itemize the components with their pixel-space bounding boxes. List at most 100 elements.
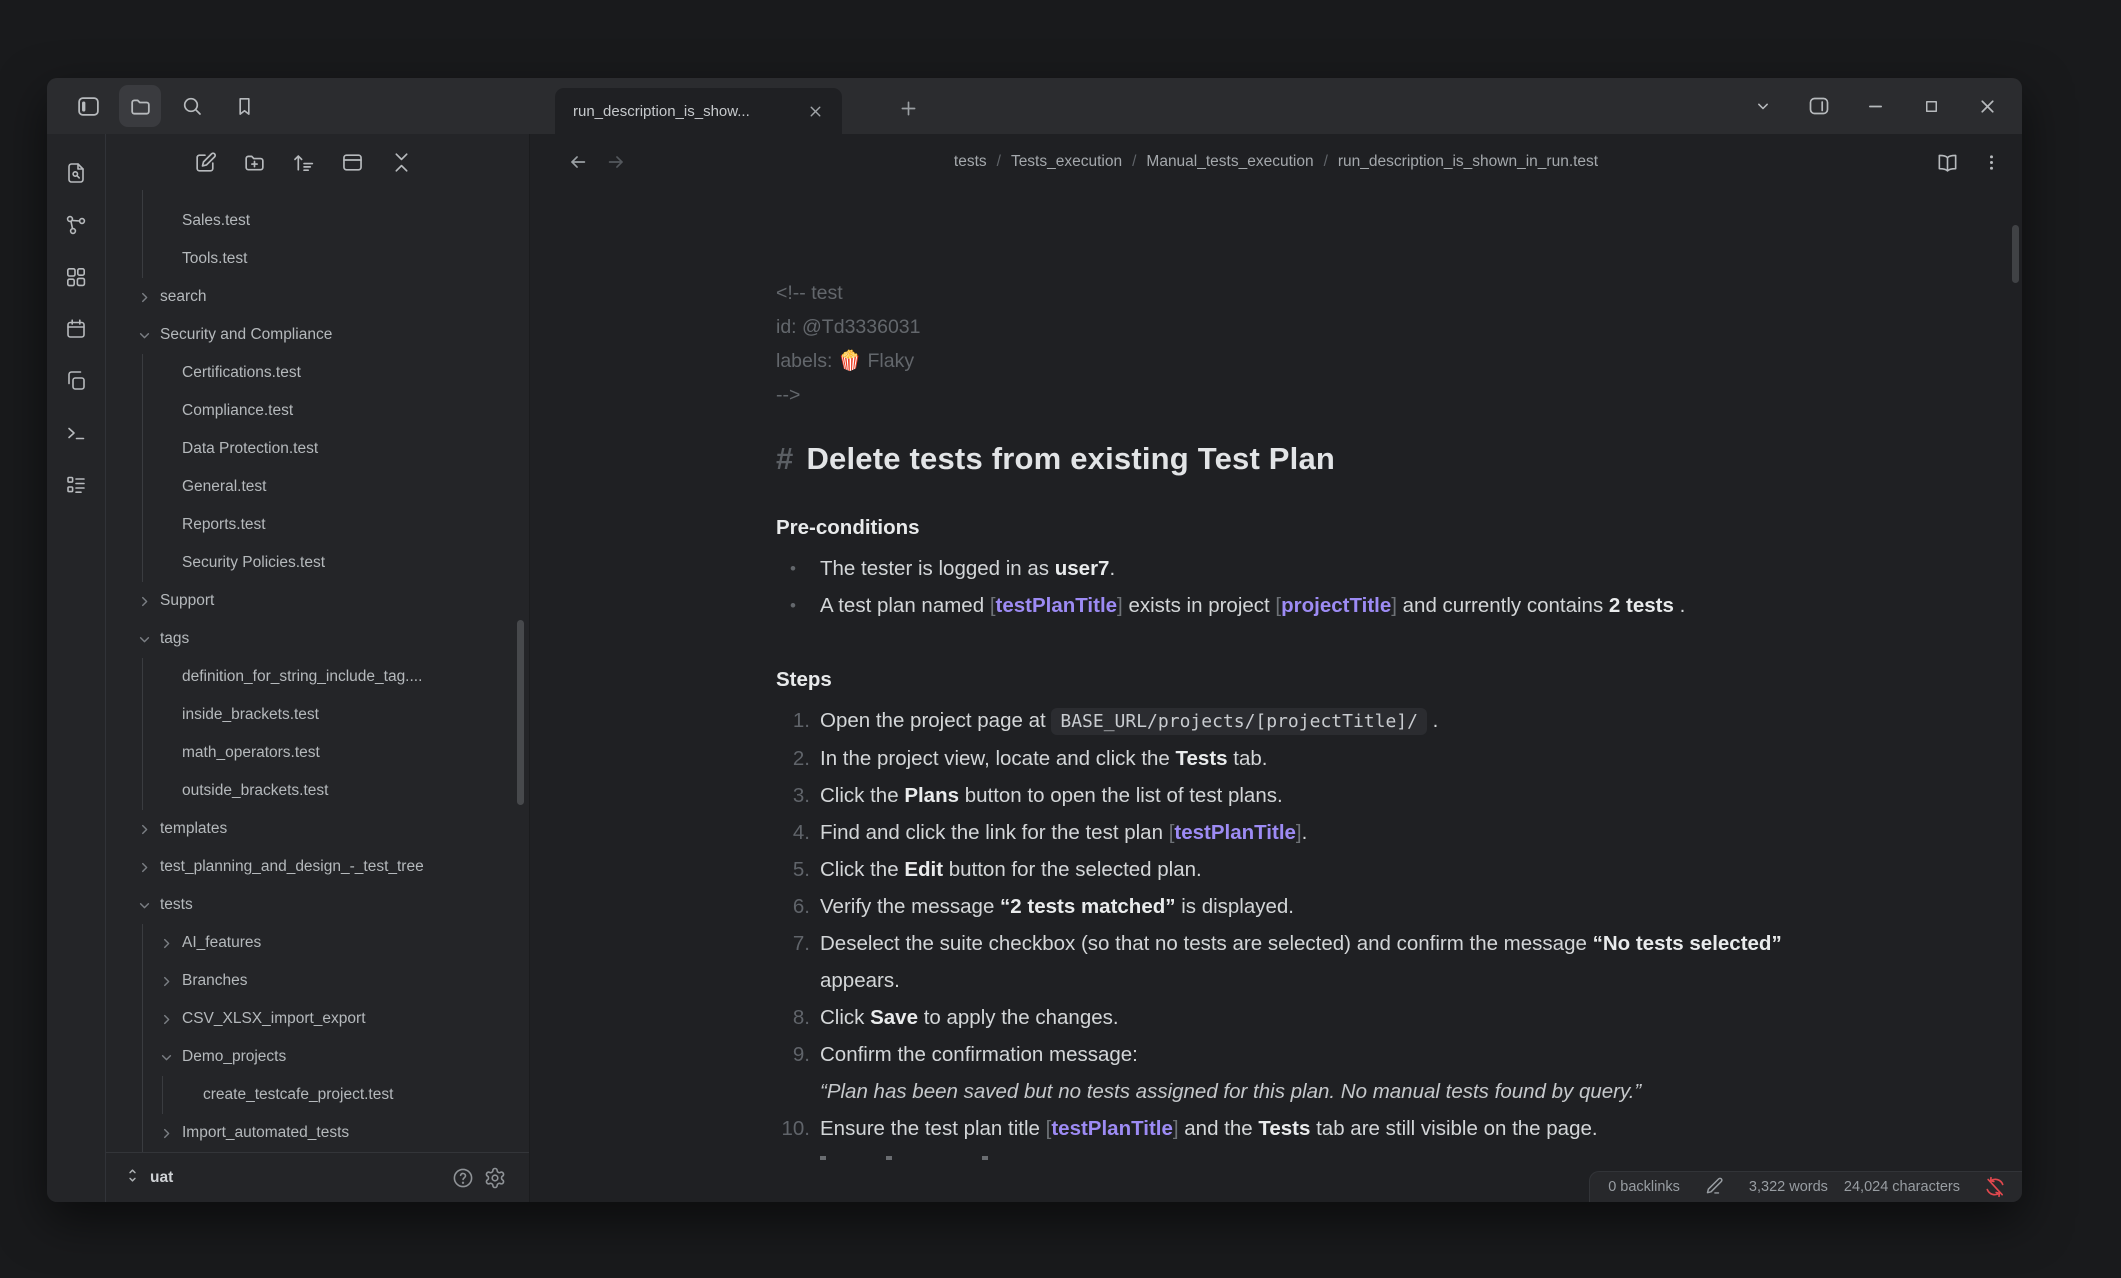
sidebar-left-toggle-icon[interactable] bbox=[67, 85, 109, 127]
files-tab-button[interactable] bbox=[119, 85, 161, 127]
document-content[interactable]: <!-- test id: @Td3336031 labels: 🍿 Flaky… bbox=[530, 190, 2022, 1202]
tree-file-row[interactable]: definition_for_string_include_tag.... bbox=[106, 658, 529, 696]
template-variable-link[interactable]: testPlanTitle bbox=[1174, 821, 1296, 844]
template-variable-link[interactable]: testPlanTitle bbox=[1051, 1117, 1173, 1140]
folder-chevron-icon[interactable] bbox=[136, 593, 153, 610]
indent-guide bbox=[142, 1076, 143, 1114]
tree-folder-row[interactable]: Import_automated_tests bbox=[106, 1114, 529, 1152]
tree-file-row[interactable]: Data Protection.test bbox=[106, 430, 529, 468]
calendar-icon[interactable] bbox=[61, 314, 91, 344]
text-run: tab. bbox=[1228, 747, 1268, 770]
collapse-all-icon[interactable] bbox=[387, 147, 417, 177]
tree-folder-row[interactable]: templates bbox=[106, 810, 529, 848]
tree-file-row[interactable]: outside_brackets.test bbox=[106, 772, 529, 810]
panel-top-icon[interactable] bbox=[338, 147, 368, 177]
editor-tab[interactable]: run_description_is_show... bbox=[555, 88, 842, 134]
tree-folder-row[interactable]: CSV_XLSX_import_export bbox=[106, 1000, 529, 1038]
tree-folder-row[interactable]: AI_features bbox=[106, 924, 529, 962]
tree-folder-row[interactable]: Security and Compliance bbox=[106, 316, 529, 354]
tree-file-row[interactable]: Compliance.test bbox=[106, 392, 529, 430]
text-run: . bbox=[1674, 594, 1685, 617]
tree-folder-row[interactable]: tags bbox=[106, 620, 529, 658]
tree-folder-row[interactable]: test_planning_and_design_-_test_tree bbox=[106, 848, 529, 886]
reading-view-toggle[interactable] bbox=[1930, 145, 1964, 179]
vault-switcher[interactable]: uat bbox=[124, 1167, 173, 1189]
folder-chevron-icon[interactable] bbox=[158, 973, 175, 990]
folder-chevron-icon[interactable] bbox=[158, 1125, 175, 1142]
folder-chevron-icon[interactable] bbox=[136, 631, 153, 648]
folder-chevron-icon[interactable] bbox=[136, 821, 153, 838]
tree-folder-row[interactable]: tests bbox=[106, 886, 529, 924]
folder-chevron-icon[interactable] bbox=[158, 1011, 175, 1028]
kebab-menu-icon bbox=[1981, 152, 2002, 173]
tree-item-label: templates bbox=[160, 820, 227, 838]
tree-folder-row[interactable]: Branches bbox=[106, 962, 529, 1000]
folder-chevron-icon[interactable] bbox=[136, 859, 153, 876]
copy-files-icon[interactable] bbox=[61, 366, 91, 396]
edit-mode-pencil-icon[interactable] bbox=[1704, 1175, 1725, 1200]
settings-gear-icon[interactable] bbox=[479, 1162, 511, 1194]
tree-folder-row[interactable]: Support bbox=[106, 582, 529, 620]
file-tree-scrollbar-thumb[interactable] bbox=[517, 620, 524, 805]
new-note-icon[interactable] bbox=[191, 147, 221, 177]
new-folder-icon[interactable] bbox=[240, 147, 270, 177]
tree-file-row[interactable]: Tools.test bbox=[106, 240, 529, 278]
list-item: 2. In the project view, locate and click… bbox=[776, 740, 1810, 777]
template-variable-link[interactable]: testPlanTitle bbox=[996, 594, 1118, 617]
graph-view-icon[interactable] bbox=[61, 210, 91, 240]
tree-file-row[interactable]: Sales.test bbox=[106, 202, 529, 240]
folder-icon bbox=[128, 94, 153, 119]
list-details-icon[interactable] bbox=[61, 470, 91, 500]
tree-item-label: create_testcafe_project.test bbox=[203, 1086, 393, 1104]
new-tab-button[interactable] bbox=[889, 92, 927, 130]
tree-folder-row[interactable]: Demo_projects bbox=[106, 1038, 529, 1076]
window-close-button[interactable] bbox=[1970, 89, 2004, 123]
breadcrumb-segment[interactable]: Manual_tests_execution bbox=[1146, 153, 1313, 171]
window-minimize-button[interactable] bbox=[1858, 89, 1892, 123]
list-item: 10. Ensure the test plan title [testPlan… bbox=[776, 1110, 1810, 1147]
list-item-note: “Plan has been saved but no tests assign… bbox=[820, 1073, 1810, 1110]
navigate-back-button[interactable] bbox=[562, 146, 594, 178]
folder-chevron-icon[interactable] bbox=[136, 327, 153, 344]
book-open-icon bbox=[1936, 151, 1959, 174]
vault-name: uat bbox=[150, 1169, 173, 1187]
terminal-icon[interactable] bbox=[61, 418, 91, 448]
sort-order-icon[interactable] bbox=[289, 147, 319, 177]
sync-disabled-icon[interactable] bbox=[1984, 1176, 2006, 1198]
tree-file-row[interactable]: math_operators.test bbox=[106, 734, 529, 772]
layout-grid-icon[interactable] bbox=[61, 262, 91, 292]
template-variable-link[interactable]: projectTitle bbox=[1281, 594, 1391, 617]
navigate-forward-button[interactable] bbox=[600, 146, 632, 178]
sidebar-right-toggle-icon[interactable] bbox=[1802, 89, 1836, 123]
tree-file-row[interactable]: create_testcafe_project.test bbox=[106, 1076, 529, 1114]
tab-close-icon[interactable] bbox=[802, 98, 828, 124]
more-options-button[interactable] bbox=[1974, 145, 2008, 179]
text-run: button for the selected plan. bbox=[943, 858, 1202, 881]
breadcrumb-segment[interactable]: Tests_execution bbox=[1011, 153, 1122, 171]
window-maximize-button[interactable] bbox=[1914, 89, 1948, 123]
bookmarks-tab-button[interactable] bbox=[223, 85, 265, 127]
folder-chevron-icon[interactable] bbox=[158, 1049, 175, 1066]
folder-chevron-icon[interactable] bbox=[158, 935, 175, 952]
folder-chevron-icon[interactable] bbox=[136, 897, 153, 914]
help-icon[interactable] bbox=[447, 1162, 479, 1194]
tree-file-row[interactable]: Security Policies.test bbox=[106, 544, 529, 582]
backlinks-count[interactable]: 0 backlinks bbox=[1608, 1179, 1680, 1195]
file-search-icon[interactable] bbox=[61, 158, 91, 188]
tab-list-dropdown[interactable] bbox=[1746, 89, 1780, 123]
editor-scrollbar-thumb[interactable] bbox=[2012, 225, 2019, 283]
tree-file-row[interactable]: General.test bbox=[106, 468, 529, 506]
tree-item-label: tests bbox=[160, 896, 193, 914]
breadcrumb-segment[interactable]: run_description_is_shown_in_run.test bbox=[1338, 153, 1598, 171]
list-item-marker: 3. bbox=[776, 777, 810, 814]
tree-file-row[interactable]: Certifications.test bbox=[106, 354, 529, 392]
tree-folder-row[interactable]: search bbox=[106, 278, 529, 316]
tree-item-label: Sales.test bbox=[182, 212, 250, 230]
breadcrumb-segment[interactable]: tests bbox=[954, 153, 987, 171]
folder-chevron-icon[interactable] bbox=[136, 289, 153, 306]
tree-file-row[interactable]: Reports.test bbox=[106, 506, 529, 544]
tree-file-row[interactable]: inside_brackets.test bbox=[106, 696, 529, 734]
search-tab-button[interactable] bbox=[171, 85, 213, 127]
list-item-marker: 8. bbox=[776, 999, 810, 1036]
tree-item-label: Support bbox=[160, 592, 214, 610]
